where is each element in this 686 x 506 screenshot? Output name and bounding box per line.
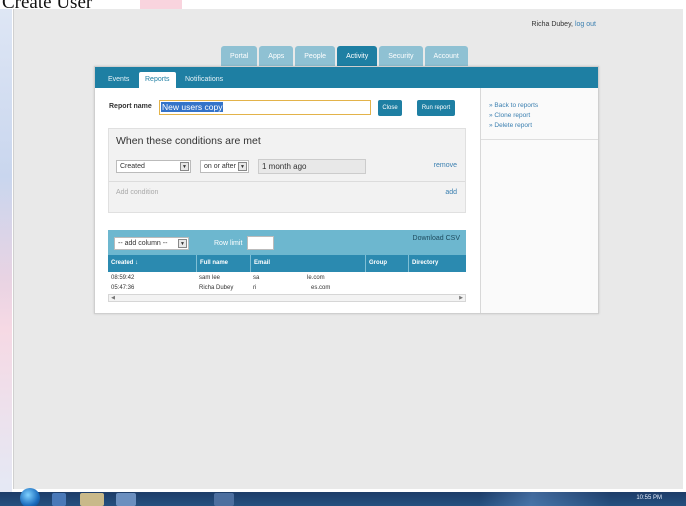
results-toolbar: -- add column -- ▼ Row limit Download CS… xyxy=(108,230,466,255)
close-button[interactable]: Close xyxy=(378,100,402,116)
chevron-down-icon: ▼ xyxy=(180,162,189,171)
tab-security[interactable]: Security xyxy=(379,46,423,66)
download-csv-link[interactable]: Download CSV xyxy=(413,235,460,242)
tab-apps[interactable]: Apps xyxy=(259,46,294,66)
chevron-down-icon: ▼ xyxy=(178,239,187,248)
add-column-value: -- add column -- xyxy=(118,240,168,247)
chevron-down-icon: ▼ xyxy=(238,162,247,171)
subtab-notifications[interactable]: Notifications xyxy=(185,72,223,88)
browser-icon[interactable] xyxy=(52,493,66,506)
column-header-directory[interactable]: Directory xyxy=(408,255,466,272)
conditions-title: When these conditions are met xyxy=(116,135,261,147)
sidebar-links: » Back to reports » Clone report » Delet… xyxy=(489,101,538,131)
slide-title: Create User xyxy=(0,0,99,9)
background-strip xyxy=(0,0,12,506)
add-condition-input[interactable]: Add condition xyxy=(116,189,158,196)
column-header-created[interactable]: Created ↓ xyxy=(108,255,196,272)
table-row[interactable]: 08:59:42 sam lee sa le.com xyxy=(108,273,466,283)
scroll-left-icon[interactable]: ◀ xyxy=(109,294,117,302)
top-tabs: Portal Apps People Activity Security Acc… xyxy=(221,46,468,66)
cell-email-start: ri xyxy=(253,285,257,291)
cell-full-name: Richa Dubey xyxy=(199,285,234,291)
app-icon[interactable] xyxy=(214,493,234,506)
subtab-reports[interactable]: Reports xyxy=(139,72,176,88)
logout-link[interactable]: log out xyxy=(575,21,596,28)
column-header-email[interactable]: Email xyxy=(250,255,365,272)
cell-email-end: le.com xyxy=(307,275,325,281)
row-limit-input[interactable] xyxy=(247,236,274,250)
user-name: Richa Dubey, xyxy=(531,21,574,28)
column-header-full-name[interactable]: Full name xyxy=(196,255,250,272)
run-report-button[interactable]: Run report xyxy=(417,100,455,116)
cell-created: 05:47:36 xyxy=(111,285,135,291)
conditions-box: When these conditions are met Created ▼ … xyxy=(108,128,466,213)
start-button[interactable] xyxy=(20,488,40,506)
condition-operator-select[interactable]: on or after ▼ xyxy=(200,160,249,173)
condition-field-value: Created xyxy=(120,163,145,170)
tab-people[interactable]: People xyxy=(295,46,336,66)
report-name-value: New users copy xyxy=(161,102,224,112)
delete-report-link[interactable]: » Delete report xyxy=(489,121,538,131)
table-header: Created ↓ Full name Email Group Director… xyxy=(108,255,466,272)
row-limit-label: Row limit xyxy=(214,240,243,247)
taskbar: 10:55 PM xyxy=(0,488,686,506)
report-editor: Report name New users copy Close Run rep… xyxy=(95,88,480,313)
user-bar: Richa Dubey, log out xyxy=(532,21,597,28)
report-panel: Events Reports Notifications Report name… xyxy=(94,66,599,314)
cell-email-end: es.com xyxy=(311,285,331,291)
table-row[interactable]: 05:47:36 Richa Dubey ri es.com xyxy=(108,283,466,293)
cell-email-start: sa xyxy=(253,275,260,281)
add-column-select[interactable]: -- add column -- ▼ xyxy=(114,237,189,250)
cell-created: 08:59:42 xyxy=(111,275,135,281)
divider xyxy=(109,181,465,182)
slide-title-accent xyxy=(140,0,182,9)
divider xyxy=(481,139,598,140)
column-header-group[interactable]: Group xyxy=(365,255,408,272)
condition-value-input[interactable]: 1 month ago xyxy=(258,159,366,174)
report-name-label: Report name xyxy=(109,103,152,110)
taskbar-glow xyxy=(480,492,610,506)
tab-activity[interactable]: Activity xyxy=(337,46,378,66)
cell-full-name: sam lee xyxy=(199,275,221,281)
app-window: Richa Dubey, log out Portal Apps People … xyxy=(13,9,683,489)
folder-icon[interactable] xyxy=(80,493,104,506)
add-condition-link[interactable]: add xyxy=(445,189,457,196)
tab-account[interactable]: Account xyxy=(424,46,468,66)
condition-field-select[interactable]: Created ▼ xyxy=(116,160,191,173)
subtab-events[interactable]: Events xyxy=(108,72,129,88)
clone-report-link[interactable]: » Clone report xyxy=(489,111,538,121)
condition-operator-value: on or after xyxy=(204,163,236,170)
horizontal-scrollbar[interactable]: ◀ ▶ xyxy=(108,294,466,302)
remove-condition-link[interactable]: remove xyxy=(434,162,457,169)
app-icon[interactable] xyxy=(116,493,136,506)
taskbar-clock: 10:55 PM xyxy=(636,495,662,501)
report-name-input[interactable]: New users copy xyxy=(159,100,371,115)
back-to-reports-link[interactable]: » Back to reports xyxy=(489,101,538,111)
report-sidebar: » Back to reports » Clone report » Delet… xyxy=(480,88,598,313)
scroll-right-icon[interactable]: ▶ xyxy=(457,294,465,302)
sub-navigation: Events Reports Notifications xyxy=(95,67,598,88)
tab-portal[interactable]: Portal xyxy=(221,46,258,66)
